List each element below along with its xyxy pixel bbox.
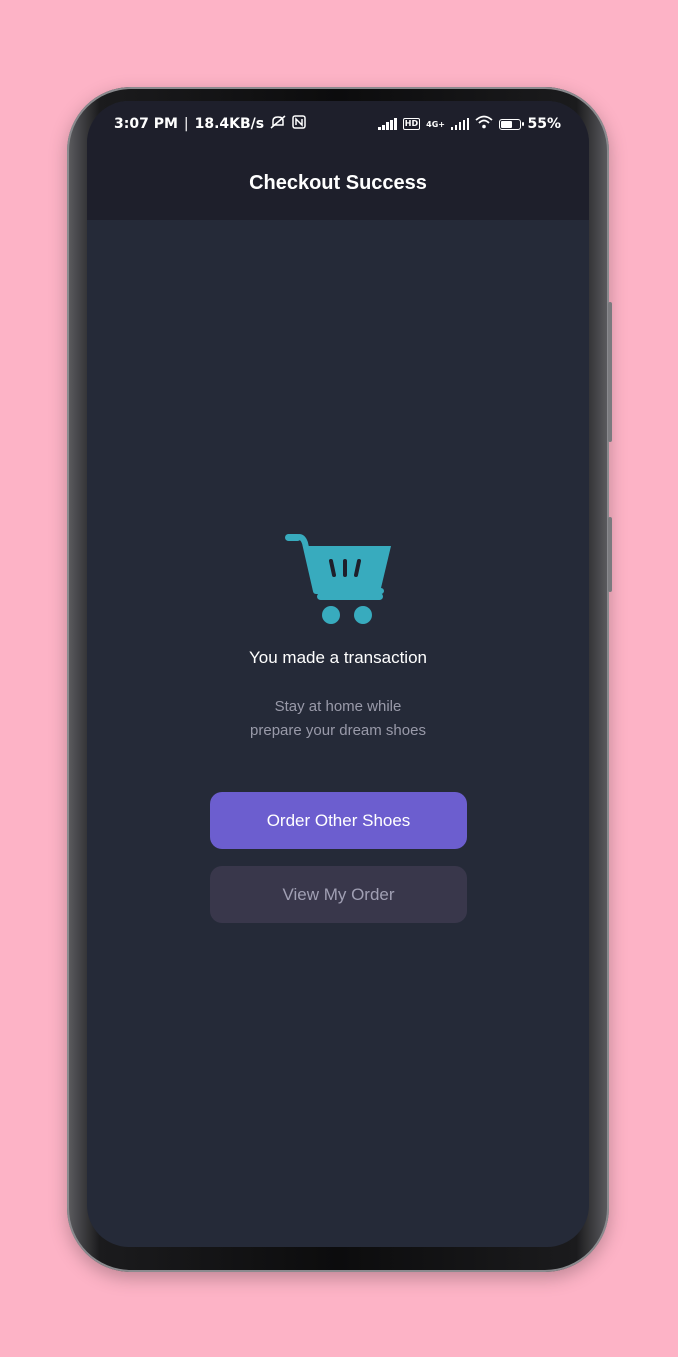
signal-icon-2: [450, 118, 470, 130]
power-button: [608, 517, 612, 592]
nfc-icon: [292, 115, 306, 133]
battery-icon: [499, 118, 525, 130]
phone-frame: 3:07 PM | 18.4KB/s HD 4G+ 55% Checkout S…: [67, 87, 612, 1272]
signal-icon: [378, 118, 397, 130]
order-other-shoes-button[interactable]: Order Other Shoes: [210, 792, 467, 849]
shopping-cart-icon: [285, 534, 391, 624]
subtitle-line-2: prepare your dream shoes: [250, 722, 426, 739]
app-screen: 3:07 PM | 18.4KB/s HD 4G+ 55% Checkout S…: [87, 101, 589, 1247]
status-time: 3:07 PM: [114, 116, 178, 132]
subtitle-line-1: Stay at home while: [274, 698, 402, 715]
page-title: Checkout Success: [249, 172, 427, 194]
mute-icon: [270, 115, 286, 133]
wifi-icon: [475, 115, 494, 133]
app-header: Checkout Success: [87, 147, 589, 220]
network-type: 4G+: [426, 119, 445, 129]
success-title: You made a transaction: [249, 648, 427, 667]
volte-icon: HD: [402, 118, 421, 130]
success-content: You made a transaction Stay at home whil…: [87, 220, 589, 1247]
success-subtitle: Stay at home while prepare your dream sh…: [87, 695, 589, 743]
view-my-order-button[interactable]: View My Order: [210, 866, 467, 923]
status-left: 3:07 PM | 18.4KB/s: [114, 115, 306, 133]
status-right: HD 4G+ 55%: [378, 115, 561, 133]
volume-button: [608, 302, 612, 442]
network-speed: 18.4KB/s: [194, 116, 265, 132]
battery-level: 55%: [527, 116, 561, 132]
status-separator: |: [183, 116, 189, 132]
status-bar: 3:07 PM | 18.4KB/s HD 4G+ 55%: [87, 101, 589, 147]
